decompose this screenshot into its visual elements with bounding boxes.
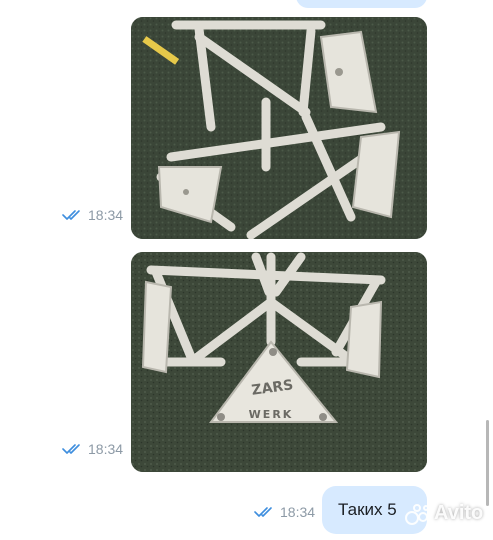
message-time: 18:34 [88, 207, 124, 223]
double-check-icon [62, 210, 80, 220]
watermark-text: Avito [434, 502, 484, 524]
message-text: Таких 5 [338, 500, 397, 519]
message-meta-3: 18:34 [254, 504, 315, 520]
double-check-icon [254, 507, 272, 517]
previous-message-bubble[interactable] [296, 0, 427, 8]
photo-truss-base-angle-1 [131, 17, 427, 239]
double-check-icon [62, 444, 80, 454]
photo-truss-base-angle-2: ZARS WERK [131, 252, 427, 472]
message-meta-1: 18:34 [62, 207, 123, 223]
chat-view: 18:34 ZARS WERK 18:34 18:34 Таких 5 Avit… [0, 0, 493, 540]
message-time: 18:34 [88, 441, 124, 457]
message-meta-2: 18:34 [62, 441, 123, 457]
photo-message-truss-base-2[interactable]: ZARS WERK [131, 252, 427, 472]
photo-message-truss-base-1[interactable] [131, 17, 427, 239]
message-time: 18:34 [280, 504, 316, 520]
stencil-bottom: WERK [249, 408, 294, 421]
text-message-bubble[interactable]: Таких 5 [322, 486, 427, 534]
scrollbar[interactable] [486, 420, 489, 506]
